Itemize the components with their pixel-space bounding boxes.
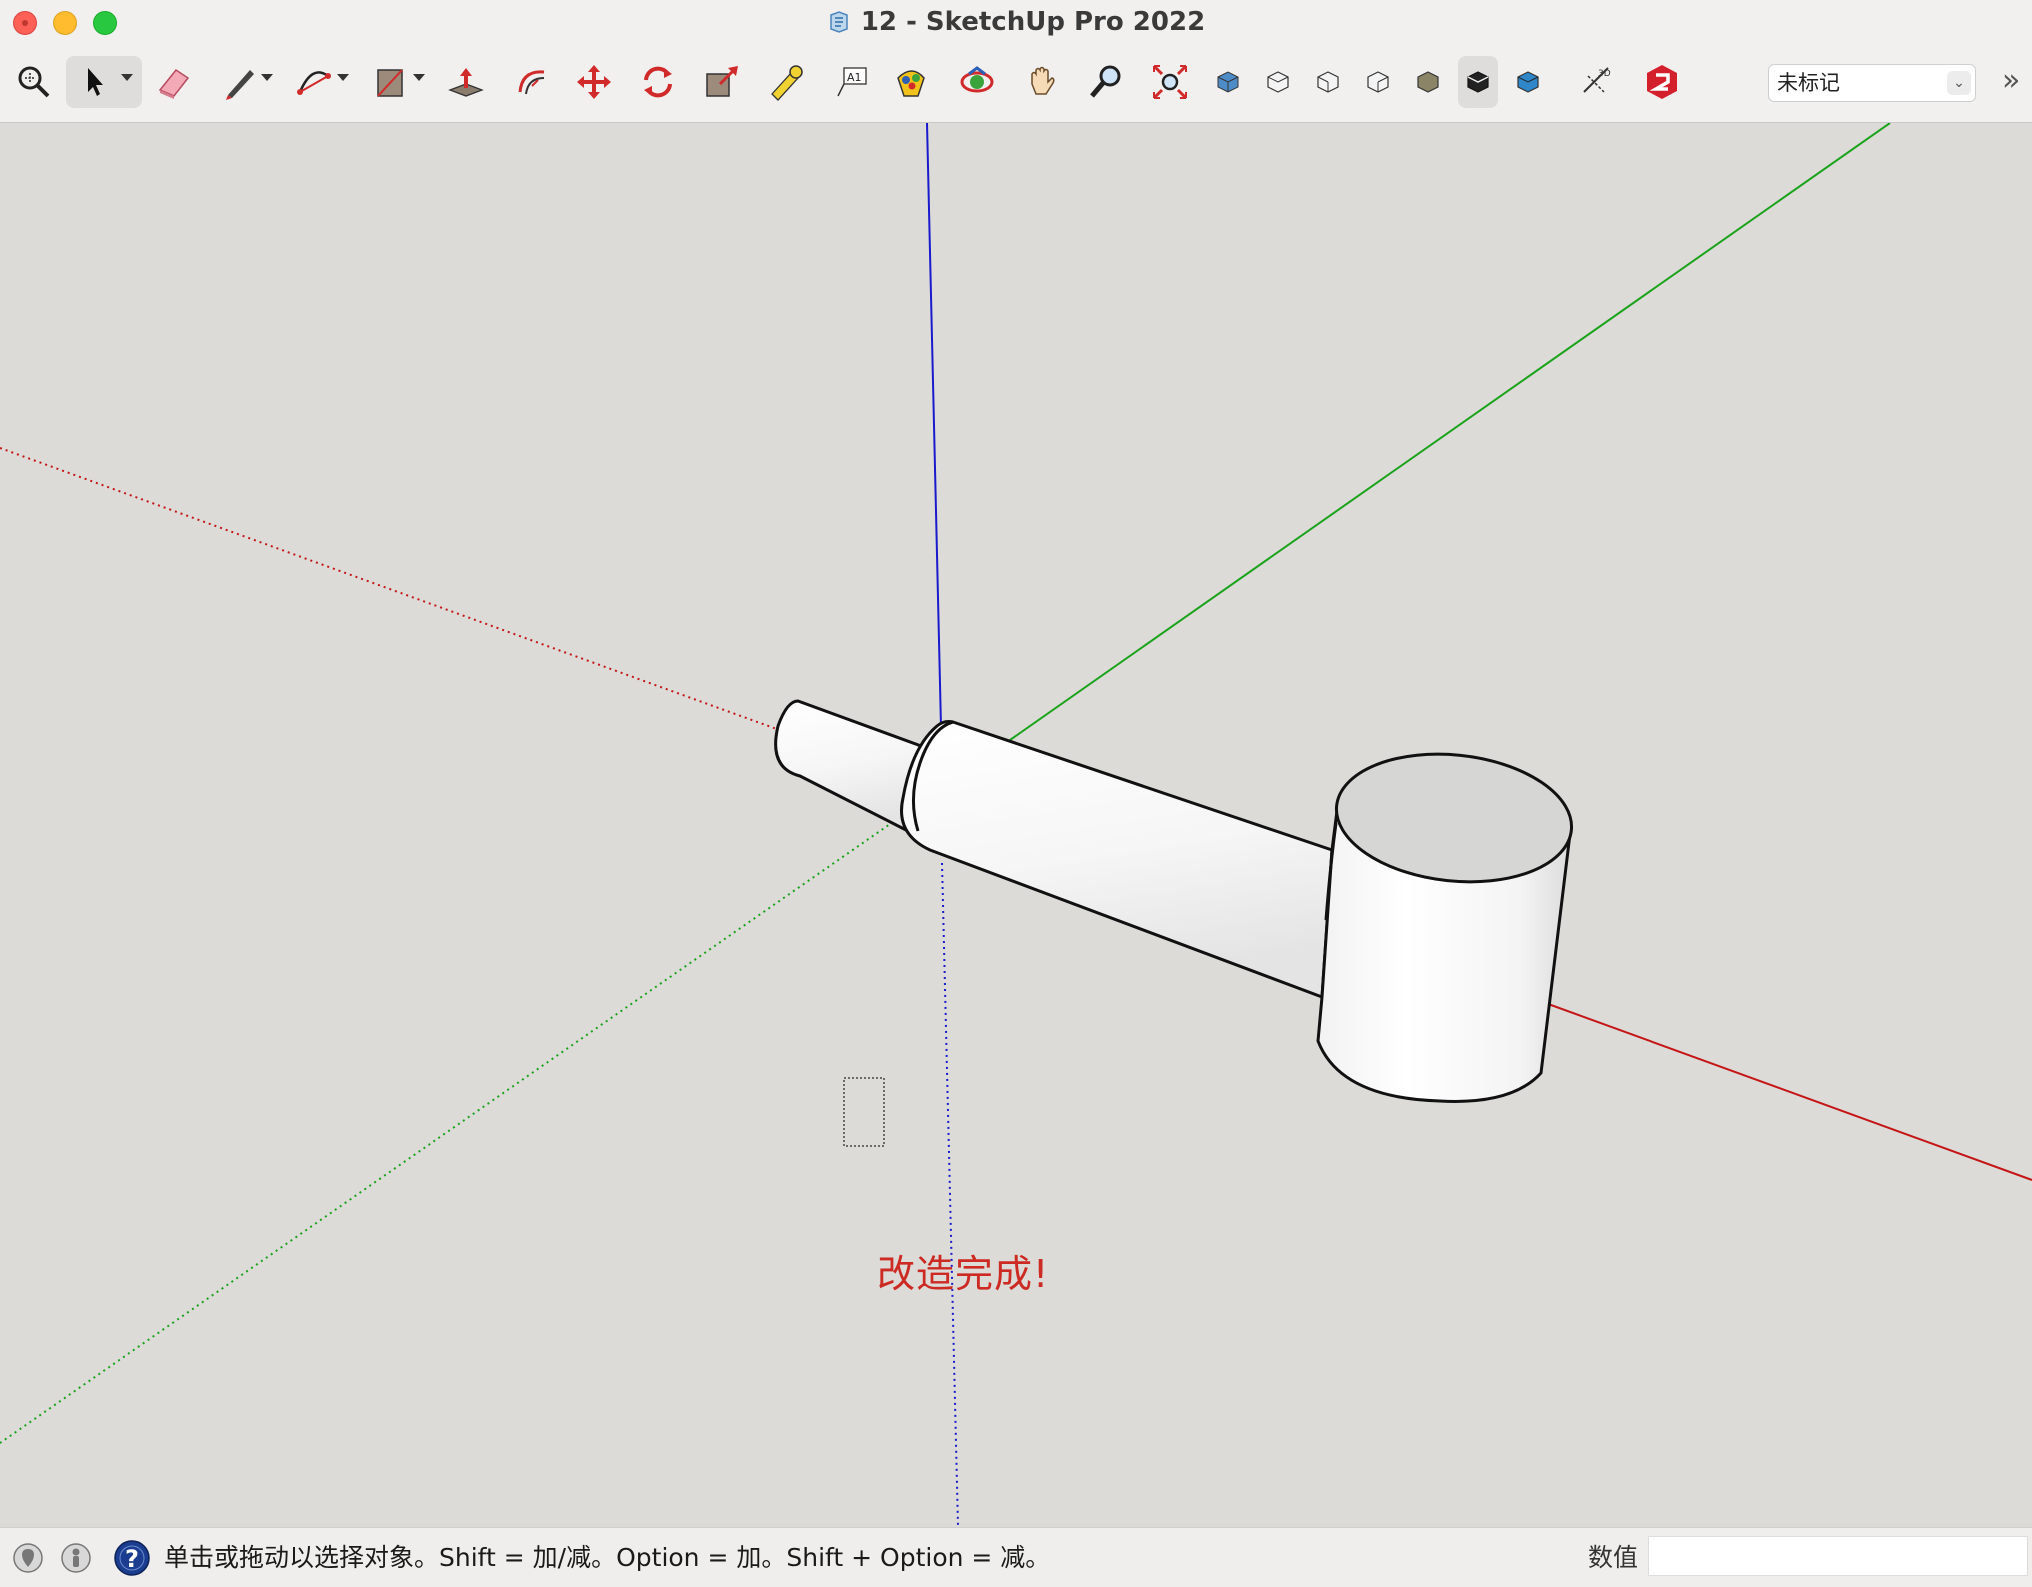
zoom-tool-button[interactable] (1080, 56, 1132, 108)
scale-tool-button[interactable] (696, 56, 748, 108)
iso-view-icon (1217, 71, 1239, 93)
top-view-button[interactable] (1258, 56, 1298, 108)
svg-text:3D: 3D (1598, 69, 1611, 79)
rectangle-dropdown-caret[interactable] (413, 74, 425, 81)
line-tool-button[interactable] (214, 56, 266, 108)
model-viewport[interactable]: 改造完成! (0, 123, 2032, 1526)
text-label-icon: A1 (837, 67, 867, 97)
shaded-view-button[interactable] (1508, 56, 1548, 108)
pan-tool-button[interactable] (1016, 56, 1068, 108)
right-view-button[interactable] (1358, 56, 1398, 108)
tape-measure-tool-button[interactable] (760, 56, 812, 108)
chevron-down-icon: ⌄ (1947, 71, 1971, 95)
left-view-icon (1467, 71, 1489, 93)
magnifier-icon (1090, 65, 1121, 98)
green-axis-hidden (0, 814, 904, 1444)
zoom-window-tool-button[interactable] (8, 56, 60, 108)
window-title: 12 - SketchUp Pro 2022 (860, 7, 1206, 37)
push-pull-icon (448, 68, 484, 97)
svg-text:A1: A1 (847, 71, 862, 84)
rotate-icon (644, 66, 672, 98)
scene-canvas[interactable] (0, 123, 2032, 1526)
handle-shaft (900, 720, 1334, 999)
zoom-extents-tool-button[interactable] (1144, 56, 1196, 108)
credits-person-icon[interactable] (60, 1542, 92, 1574)
title-bar: 12 - SketchUp Pro 2022 (0, 0, 2032, 44)
iso-view-button[interactable] (1208, 56, 1248, 108)
measurements-input[interactable] (1648, 1536, 2028, 1576)
select-dropdown-caret[interactable] (121, 74, 133, 81)
tag-select-value: 未标记 (1777, 71, 1840, 95)
red-axis-hidden (0, 447, 786, 733)
arc-tool-button[interactable] (288, 56, 340, 108)
eraser-tool-button[interactable] (148, 56, 200, 108)
front-view-button[interactable] (1308, 56, 1348, 108)
move-arrows-icon (577, 65, 611, 99)
sketchup-document-icon (827, 8, 851, 33)
tape-measure-icon (771, 65, 803, 101)
rectangle-tool-button[interactable] (364, 56, 416, 108)
orbit-icon (960, 66, 994, 93)
line-dropdown-caret[interactable] (261, 74, 273, 81)
text-tool-button[interactable]: A1 (826, 56, 878, 108)
front-view-icon (1317, 71, 1339, 93)
hand-pan-icon (1031, 66, 1055, 95)
select-tool-button[interactable] (66, 56, 142, 108)
left-view-button[interactable] (1458, 56, 1498, 108)
scale-icon (706, 66, 738, 97)
top-view-icon (1267, 71, 1289, 93)
window-title-area: 12 - SketchUp Pro 2022 (0, 4, 2032, 40)
cursor-selection-box (843, 1077, 885, 1147)
orbit-tool-button[interactable] (951, 56, 1003, 108)
right-view-icon (1367, 71, 1389, 93)
measurements-label: 数值 (1588, 1543, 1639, 1572)
paint-bucket-icon (897, 70, 925, 97)
red-axis-line (1539, 1000, 2032, 1181)
arc-dropdown-caret[interactable] (337, 74, 349, 81)
section-plane-tool-button[interactable]: 3D (1572, 56, 1624, 108)
arrow-pointer-icon (88, 68, 103, 96)
rectangle-icon (377, 69, 403, 97)
extension-warehouse-button[interactable] (1636, 56, 1688, 108)
shaded-view-icon (1517, 71, 1539, 93)
back-view-icon (1417, 71, 1439, 93)
svg-text:?: ? (125, 1545, 139, 1573)
blue-axis-line (926, 123, 942, 728)
status-message: 单击或拖动以选择对象。Shift = 加/减。Option = 加。Shift … (164, 1543, 1051, 1572)
pencil-icon (226, 70, 254, 100)
section-plane-icon: 3D (1583, 67, 1611, 93)
warehouse-logo-icon (1647, 65, 1677, 99)
offset-icon (518, 70, 545, 95)
paint-bucket-tool-button[interactable] (886, 56, 938, 108)
status-bar: ? 单击或拖动以选择对象。Shift = 加/减。Option = 加。Shif… (0, 1527, 2032, 1587)
zoom-extents-icon (1152, 64, 1188, 100)
toolbar-overflow-chevron-icon[interactable]: » (2002, 62, 2020, 100)
geo-location-icon[interactable] (12, 1542, 44, 1574)
eraser-icon (158, 68, 190, 99)
back-view-button[interactable] (1408, 56, 1448, 108)
move-tool-button[interactable] (568, 56, 620, 108)
rotate-tool-button[interactable] (632, 56, 684, 108)
arc-icon (297, 71, 331, 95)
push-pull-tool-button[interactable] (440, 56, 492, 108)
blue-axis-hidden (941, 862, 959, 1526)
offset-tool-button[interactable] (506, 56, 558, 108)
help-question-icon[interactable]: ? (114, 1540, 150, 1576)
inference-tooltip: 改造完成! (877, 1252, 1050, 1296)
green-axis-line (1009, 123, 1891, 741)
tag-select[interactable]: 未标记 ⌄ (1768, 64, 1976, 102)
zoom-window-icon (18, 66, 50, 98)
